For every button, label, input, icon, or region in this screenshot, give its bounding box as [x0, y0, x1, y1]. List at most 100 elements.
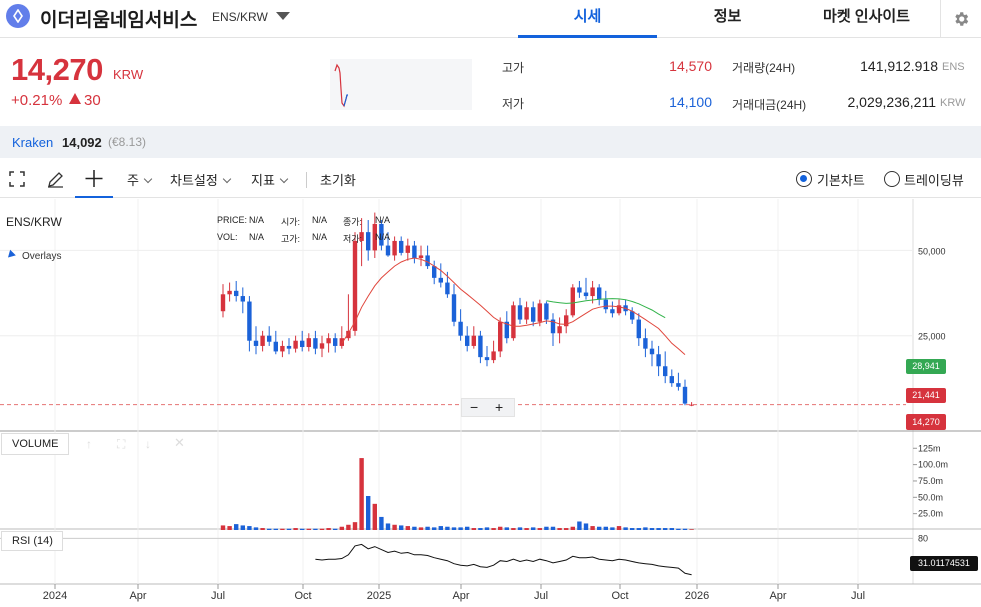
volume-bar — [517, 527, 523, 530]
volume-tick-label: 100.0m — [918, 460, 948, 470]
volume-bar — [425, 526, 430, 530]
expand-icon[interactable]: ⛶ — [117, 437, 125, 452]
volume-bar — [267, 528, 272, 530]
chart-grid — [0, 199, 981, 585]
candle-body — [636, 319, 641, 339]
volume-bar — [366, 496, 371, 530]
indicator-dropdown[interactable]: 지표 — [251, 170, 289, 189]
candle-body — [247, 301, 252, 341]
volume-bar — [300, 528, 305, 530]
volume-bar — [663, 528, 668, 530]
x-tick-label: Oct — [611, 590, 628, 602]
candle-body — [405, 245, 410, 253]
volume-bar — [445, 526, 450, 530]
price-chart[interactable]: 50,000 25,000 2024 Apr Jul Oct 2025 Apr Jul Oct 20… — [0, 199, 981, 607]
change-amount: 30 — [84, 92, 101, 109]
exchange-name[interactable]: Kraken — [12, 135, 53, 150]
volume-tick-label: 75.0m — [918, 476, 943, 486]
basic-chart-radio[interactable] — [796, 171, 812, 187]
fullscreen-icon[interactable] — [8, 170, 26, 193]
rsi-polyline — [315, 543, 692, 576]
volume-bar — [524, 528, 529, 530]
candle-body — [689, 404, 694, 406]
candle-body — [544, 303, 549, 320]
candle-body — [412, 245, 417, 259]
close-icon[interactable]: ✕ — [174, 435, 185, 451]
ens-logo-icon — [6, 4, 30, 28]
zoom-out-button[interactable]: − — [470, 399, 478, 415]
x-tick-label: Apr — [769, 590, 786, 602]
volume-bar — [544, 526, 549, 530]
volume-bar — [656, 528, 661, 530]
volume-bar — [649, 528, 655, 530]
chart-toolbar: 주 차트설정 지표 초기화 기본차트 트레이딩뷰 — [0, 160, 981, 198]
volume-bar — [405, 526, 410, 530]
chart-settings-dropdown[interactable]: 차트설정 — [170, 170, 232, 189]
candle-body — [339, 338, 344, 346]
volume-bar — [392, 524, 397, 530]
volume-bar — [630, 528, 635, 530]
volume-bar — [234, 524, 239, 530]
move-up-icon[interactable]: ↑ — [86, 437, 92, 451]
volume-bar — [240, 525, 245, 530]
coin-pair: ENS/KRW — [212, 10, 268, 24]
ohlc-low-label: 저가: — [343, 234, 363, 244]
x-tick-label: Jul — [851, 590, 865, 602]
candle-body — [676, 383, 681, 387]
volume-tick-label: 25.0m — [918, 509, 943, 519]
basic-chart-label[interactable]: 기본차트 — [817, 170, 865, 189]
volume-bar — [484, 527, 490, 530]
volume-bar — [577, 521, 582, 530]
volume-bar — [465, 526, 470, 530]
y-tick-label: 25,000 — [918, 332, 946, 342]
candle-body — [293, 340, 298, 349]
candle-body — [557, 326, 562, 334]
pencil-icon[interactable] — [46, 170, 65, 194]
zoom-in-button[interactable]: + — [495, 399, 503, 415]
x-tick-label: Apr — [129, 590, 146, 602]
tab-market-insight[interactable]: 마켓 인사이트 — [797, 0, 936, 38]
candle-body — [432, 266, 437, 278]
chevron-down-icon — [279, 174, 289, 184]
volume-bar — [306, 528, 311, 530]
tab-price[interactable]: 시세 — [518, 0, 657, 38]
volume-bar — [643, 527, 648, 530]
coin-name[interactable]: 이더리움네임서비스 — [40, 5, 197, 32]
candle-body — [478, 335, 483, 358]
candle-body — [583, 292, 589, 297]
volume-bar — [280, 528, 285, 530]
candle-body — [682, 386, 688, 404]
volume-bar — [418, 527, 424, 530]
current-price: 14,270 — [11, 52, 103, 87]
period-dropdown[interactable]: 주 — [127, 170, 153, 189]
move-down-icon[interactable]: ↓ — [145, 437, 151, 451]
ohlc-high-label: 고가: — [281, 234, 301, 244]
crosshair-icon[interactable] — [75, 160, 113, 198]
candle-body — [451, 294, 457, 322]
candle-body — [517, 305, 523, 320]
amount-unit: KRW — [940, 97, 966, 109]
volume-bar — [564, 528, 569, 530]
current-price-tag: 14,270 — [906, 414, 946, 430]
volume-bar — [623, 527, 628, 530]
volume-bar — [273, 528, 278, 530]
tab-info[interactable]: 정보 — [658, 0, 797, 38]
tradingview-label[interactable]: 트레이딩뷰 — [904, 170, 964, 189]
coin-header: 이더리움네임서비스 ENS/KRW 시세 정보 마켓 인사이트 — [0, 0, 981, 38]
volume-bar — [326, 528, 331, 530]
amount-label: 거래대금(24H) — [732, 98, 807, 112]
volume-bar — [616, 526, 622, 530]
tradingview-radio[interactable] — [884, 171, 900, 187]
volume-bar — [346, 524, 351, 530]
candle-body — [385, 245, 391, 256]
reset-button[interactable]: 초기화 — [320, 170, 356, 189]
volume-bar — [438, 526, 443, 530]
candle-body — [326, 338, 331, 344]
coin-select-chevron-down-icon[interactable] — [276, 12, 290, 20]
rsi-line — [315, 543, 692, 576]
ohlc-close-value: N/A — [375, 215, 391, 225]
gear-icon[interactable] — [940, 0, 981, 38]
candle-body — [577, 287, 582, 293]
overlays-label[interactable]: Overlays — [22, 251, 61, 262]
ohlc-open-value: N/A — [312, 215, 328, 225]
